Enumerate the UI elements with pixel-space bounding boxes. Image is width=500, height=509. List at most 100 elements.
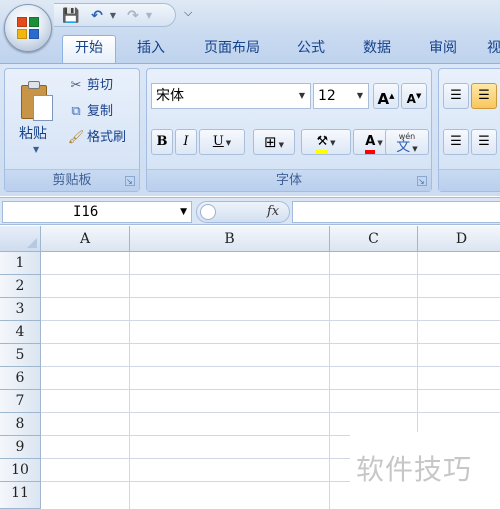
underline-button[interactable]: U ▼ [199,129,245,155]
paste-button[interactable]: 粘贴 [19,123,47,143]
column-header-d[interactable]: D [418,226,500,252]
font-name-value: 宋体 [156,88,184,104]
clipboard-group: 粘贴 ▼ ✂ 剪切 ⧉ 复制 🖌 格式刷 剪贴板 ↘ [4,68,140,192]
copy-button[interactable]: ⧉ 复制 [67,101,113,123]
alignment-group: ☰ ☰ ☰ ☰ [438,68,500,192]
tab-page-layout[interactable]: 页面布局 [192,36,272,62]
align-center-button[interactable]: ☰ [471,129,497,155]
tab-insert[interactable]: 插入 [126,36,176,62]
tab-view[interactable]: 视 [484,36,500,62]
customize-qat-icon[interactable]: ⌵ [184,6,196,20]
paint-bucket-icon: ⚒ [316,134,329,154]
grow-font-button[interactable]: A▲ [373,83,399,109]
name-box[interactable]: I16 ▼ [2,201,192,223]
cut-label: 剪切 [87,78,114,93]
clipboard-dialog-launcher-icon[interactable]: ↘ [125,176,135,186]
align-left-button[interactable]: ☰ [443,129,469,155]
clipboard-group-label: 剪贴板 [5,169,139,191]
italic-button[interactable]: I [175,129,197,155]
column-header-c[interactable]: C [330,226,418,252]
paintbrush-icon: 🖌 [67,130,85,145]
row-header-1[interactable]: 1 [0,252,41,275]
shrink-font-caret-icon: ▼ [415,92,422,100]
name-box-value: I16 [73,204,99,220]
font-group: 宋体 ▼ 12 ▼ A▲ A▼ B I U ▼ ⊞ ▼ ⚒ ▼ A ▼ wén 文 ▼ 字体 [146,68,432,192]
row-header-2[interactable]: 2 [0,275,41,298]
row-header-11[interactable]: 11 [0,482,41,509]
format-painter-button[interactable]: 🖌 格式刷 [67,127,126,149]
gridline [41,389,500,390]
column-header-a[interactable]: A [41,226,130,252]
paste-icon[interactable] [21,81,53,121]
tab-home[interactable]: 开始 [62,35,116,64]
row-header-6[interactable]: 6 [0,367,41,390]
redo-dropdown-icon[interactable]: ▼ [144,7,154,25]
column-header-b[interactable]: B [130,226,330,252]
align-top-icon: ☰ [450,88,462,103]
shrink-font-button[interactable]: A▼ [401,83,427,109]
phonetic-dropdown-icon[interactable]: ▼ [412,145,417,153]
office-button[interactable] [4,4,52,52]
gridline [41,320,500,321]
align-left-icon: ☰ [450,134,462,149]
grow-font-label: A [377,90,390,108]
insert-function-button[interactable]: fx [267,202,279,222]
tab-data[interactable]: 数据 [354,36,400,62]
row-header-9[interactable]: 9 [0,436,41,459]
phonetic-char-label: 文 [396,139,411,155]
borders-button[interactable]: ⊞ ▼ [253,129,295,155]
paste-dropdown-icon[interactable]: ▼ [33,145,39,154]
save-icon[interactable]: 💾 [62,7,79,25]
tab-formulas[interactable]: 公式 [288,36,334,62]
gridline [41,297,500,298]
grow-font-caret-icon: ▲ [389,92,395,100]
gridline [41,343,500,344]
font-size-combo[interactable]: 12 ▼ [313,83,369,109]
row-header-3[interactable]: 3 [0,298,41,321]
undo-dropdown-icon[interactable]: ▼ [108,7,118,25]
font-name-dropdown-icon[interactable]: ▼ [296,84,308,108]
font-color-dropdown-icon[interactable]: ▼ [377,139,382,147]
borders-dropdown-icon[interactable]: ▼ [279,141,284,149]
bold-button[interactable]: B [151,129,173,155]
redo-icon[interactable]: ↷ [124,7,142,25]
align-middle-button[interactable]: ☰ [471,83,497,109]
tab-review[interactable]: 审阅 [420,36,466,62]
phonetic-guide-button[interactable]: wén 文 ▼ [385,129,429,155]
row-header-7[interactable]: 7 [0,390,41,413]
cut-button[interactable]: ✂ 剪切 [67,75,113,97]
gridline [129,252,130,509]
gridline [41,274,500,275]
underline-label: U [212,134,224,149]
copy-label: 复制 [87,104,114,119]
row-header-5[interactable]: 5 [0,344,41,367]
formula-buttons: fx [196,201,290,223]
row-header-10[interactable]: 10 [0,459,41,482]
fill-color-dropdown-icon[interactable]: ▼ [330,139,335,147]
gridline [41,366,500,367]
row-header-8[interactable]: 8 [0,413,41,436]
copy-icon: ⧉ [71,104,81,119]
office-logo-icon [17,17,41,41]
font-dialog-launcher-icon[interactable]: ↘ [417,176,427,186]
row-header-4[interactable]: 4 [0,321,41,344]
font-color-label: A [365,134,376,154]
formula-bar: I16 ▼ fx [0,197,500,225]
borders-icon: ⊞ [264,133,277,151]
align-top-button[interactable]: ☰ [443,83,469,109]
ribbon: 粘贴 ▼ ✂ 剪切 ⧉ 复制 🖌 格式刷 剪贴板 ↘ 宋体 ▼ 12 ▼ A▲ A▼ … [0,63,500,196]
underline-dropdown-icon[interactable]: ▼ [226,139,231,147]
watermark: 软件技巧 [356,453,473,486]
font-size-dropdown-icon[interactable]: ▼ [354,84,366,108]
undo-icon[interactable]: ↶ [88,7,106,25]
align-center-icon: ☰ [478,134,490,149]
format-painter-label: 格式刷 [87,130,127,145]
scissors-icon: ✂ [70,78,82,93]
font-name-combo[interactable]: 宋体 ▼ [151,83,311,109]
name-box-dropdown-icon[interactable]: ▼ [180,202,187,222]
expand-circle-icon[interactable] [200,204,216,220]
select-all-button[interactable] [0,226,41,252]
fill-color-button[interactable]: ⚒ ▼ [301,129,351,155]
gridline [41,412,500,413]
formula-input[interactable] [292,201,500,223]
